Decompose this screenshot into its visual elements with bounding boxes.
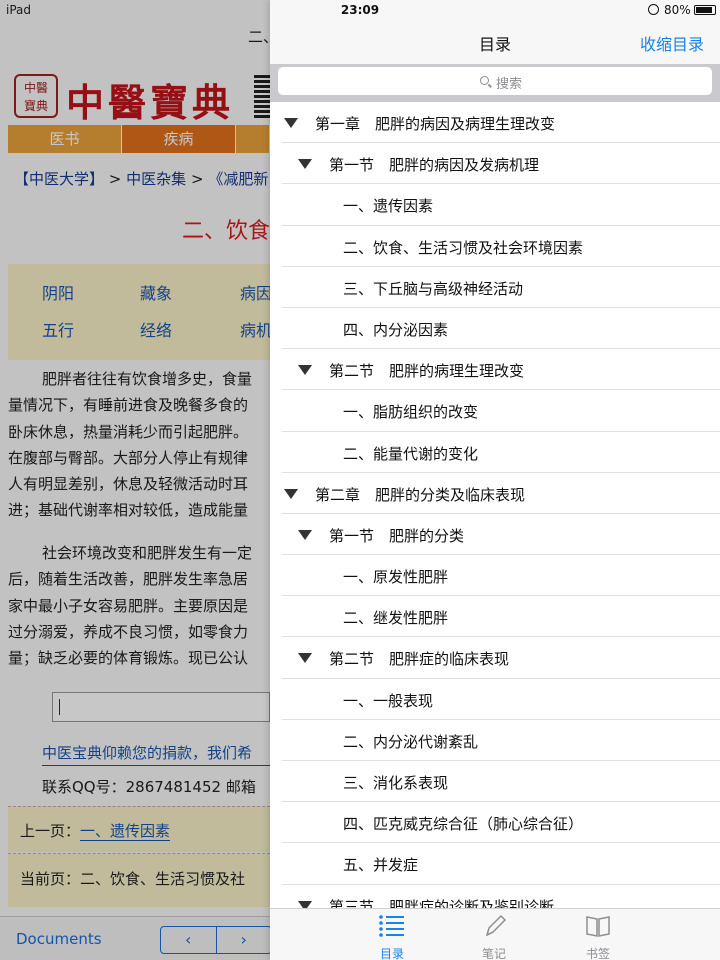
toc-label: 三、消化系表现 (343, 774, 449, 792)
toc-section-row[interactable]: 第二节 肥胖的病理生理改变 (282, 349, 720, 391)
toc-label: 二、内分泌代谢紊乱 (343, 732, 479, 751)
tab-label: 书签 (585, 947, 610, 960)
toc-label: 第一节 肥胖的病因及发病机理 (329, 156, 540, 175)
rotation-lock-icon (648, 4, 659, 15)
status-bar: 23:09 80% (270, 0, 720, 20)
search-placeholder: 搜索 (496, 77, 523, 92)
toc-label: 第二节 肥胖症的临床表现 (329, 650, 510, 669)
tab-bar: 目录 笔记 书签 (270, 908, 720, 960)
toc-item-row[interactable]: 一、脂肪组织的改变 (282, 390, 720, 432)
tab-label: 目录 (379, 947, 404, 960)
toc-list: 第一章 肥胖的病因及病理生理改变 第一节 肥胖的病因及发病机理一、遗传因素二、饮食… (270, 102, 720, 926)
disclosure-triangle-icon[interactable] (298, 159, 312, 170)
toc-item-row[interactable]: 二、饮食、生活习惯及社会环境因素 (282, 226, 720, 267)
toc-label: 二、继发性肥胖 (343, 609, 449, 628)
toc-label: 四、匹克威克综合征（肺心综合征） (343, 815, 584, 834)
tab-notes[interactable]: 笔记 (454, 913, 534, 960)
battery-percent: 80% (664, 3, 691, 17)
toc-label: 五、并发症 (343, 856, 419, 875)
disclosure-triangle-icon[interactable] (298, 365, 312, 376)
toc-item-row[interactable]: 二、能量代谢的变化 (282, 432, 720, 473)
toc-item-row[interactable]: 一、遗传因素 (282, 184, 720, 226)
toc-item-row[interactable]: 四、内分泌因素 (282, 308, 720, 350)
toc-item-row[interactable]: 一、一般表现 (282, 679, 720, 720)
toc-label: 一、脂肪组织的改变 (343, 403, 479, 422)
tab-bookmarks[interactable]: 书签 (558, 913, 638, 960)
tab-label: 笔记 (481, 947, 506, 960)
toc-item-row[interactable]: 二、内分泌代谢紊乱 (282, 720, 720, 761)
pencil-icon (485, 914, 507, 937)
search-icon (480, 76, 489, 85)
toc-label: 第二章 肥胖的分类及临床表现 (315, 485, 526, 504)
toc-panel: 23:09 80% 目录 收缩目录 搜索 第一章 肥胖的病因及病理生理改变 第一节… (270, 0, 720, 960)
toc-section-row[interactable]: 第一节 肥胖的病因及发病机理 (282, 143, 720, 185)
disclosure-triangle-icon[interactable] (298, 529, 312, 540)
toc-label: 第一章 肥胖的病因及病理生理改变 (315, 115, 556, 133)
battery-icon (694, 5, 716, 15)
toc-label: 第一节 肥胖的分类 (329, 526, 465, 545)
toc-label: 三、下丘脑与高级神经活动 (343, 279, 524, 298)
tab-toc[interactable]: 目录 (352, 913, 432, 960)
toc-item-row[interactable]: 四、匹克威克综合征（肺心综合征） (282, 802, 720, 844)
toc-search-bar: 搜索 (270, 64, 720, 102)
toc-label: 第二节 肥胖的病理生理改变 (329, 362, 525, 381)
toc-item-row[interactable]: 五、并发症 (282, 843, 720, 885)
toc-search-input[interactable]: 搜索 (278, 67, 712, 95)
toc-item-row[interactable]: 三、消化系表现 (282, 761, 720, 803)
disclosure-triangle-icon[interactable] (284, 118, 298, 128)
collapse-toc-button[interactable]: 收缩目录 (640, 31, 704, 55)
disclosure-triangle-icon[interactable] (284, 488, 298, 499)
toc-chapter-row[interactable]: 第二章 肥胖的分类及临床表现 (282, 473, 720, 514)
toc-chapter-row[interactable]: 第一章 肥胖的病因及病理生理改变 (282, 102, 720, 144)
disclosure-triangle-icon[interactable] (298, 653, 312, 664)
toc-label: 一、一般表现 (343, 691, 434, 710)
status-time: 23:09 (340, 3, 380, 17)
toc-label: 一、遗传因素 (343, 197, 434, 216)
toc-label: 二、饮食、生活习惯及社会环境因素 (343, 238, 584, 257)
book-icon (586, 916, 610, 937)
toc-label: 二、能量代谢的变化 (343, 444, 479, 463)
list-icon (379, 915, 404, 937)
panel-navbar: 目录 收缩目录 (270, 20, 720, 64)
toc-section-row[interactable]: 第一节 肥胖的分类 (282, 514, 720, 556)
toc-item-row[interactable]: 二、继发性肥胖 (282, 596, 720, 638)
toc-item-row[interactable]: 三、下丘脑与高级神经活动 (282, 267, 720, 308)
toc-section-row[interactable]: 第二节 肥胖症的临床表现 (282, 637, 720, 679)
toc-label: 一、原发性肥胖 (343, 568, 449, 587)
toc-label: 四、内分泌因素 (343, 320, 449, 339)
toc-item-row[interactable]: 一、原发性肥胖 (282, 555, 720, 597)
